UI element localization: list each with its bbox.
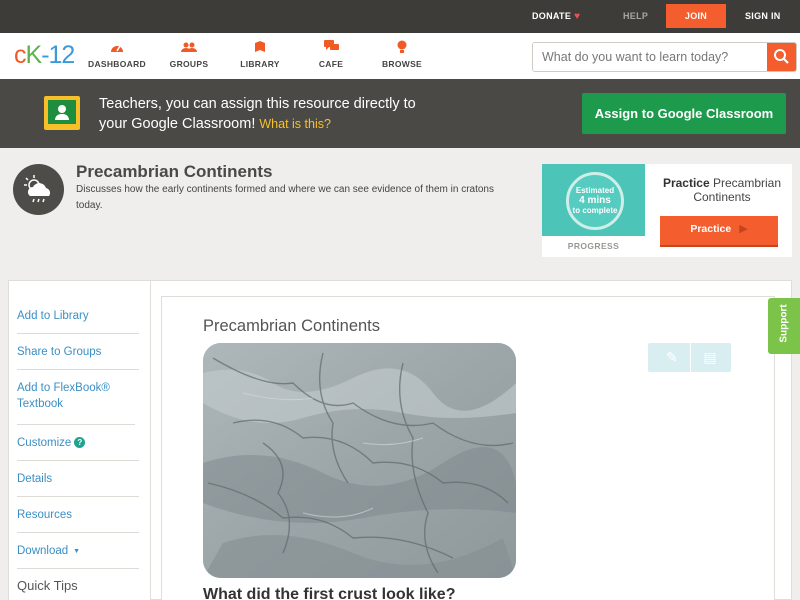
chevron-right-icon: ▶ (739, 223, 748, 235)
classroom-banner-line2: your Google Classroom! (99, 116, 256, 132)
search-button[interactable] (767, 43, 796, 71)
library-icon (225, 40, 295, 58)
heart-icon: ♥ (574, 11, 581, 22)
estimate-line2: 4 mins (579, 195, 611, 206)
nav-cafe[interactable]: CAFE (296, 40, 366, 69)
sidebar-item-label: Download (17, 545, 69, 557)
main-navbar: cK-12 DASHBOARD GROUPS LIBRARY CAFE BROW… (0, 33, 800, 79)
sign-in-link[interactable]: SIGN IN (745, 0, 781, 28)
nav-library[interactable]: LIBRARY (225, 40, 295, 69)
nav-groups-label: GROUPS (169, 59, 209, 69)
content-area: Add to Library Share to Groups Add to Fl… (8, 280, 792, 600)
practice-title-bold: Practice (662, 176, 710, 190)
classroom-banner-text: Teachers, you can assign this resource d… (99, 94, 416, 134)
content-tools: ✎ ▤ (648, 343, 731, 372)
join-button[interactable]: JOIN (666, 4, 726, 28)
browse-icon (367, 40, 437, 58)
sidebar-item-add-to-library[interactable]: Add to Library (17, 297, 139, 334)
sidebar-item-download[interactable]: Download ▼ (17, 532, 139, 569)
sidebar-item-share-to-groups[interactable]: Share to Groups (17, 333, 139, 370)
nav-library-label: LIBRARY (240, 59, 280, 69)
sidebar-item-label: Add to Library (17, 310, 89, 322)
google-classroom-banner: Teachers, you can assign this resource d… (0, 79, 800, 148)
search-input[interactable] (533, 43, 769, 71)
classroom-banner-line1: Teachers, you can assign this resource d… (99, 96, 416, 112)
practice-card: Estimated 4 mins to complete PROGRESS Pr… (542, 164, 792, 257)
main-content: Precambrian Continents ✎ ▤ What did the … (161, 296, 775, 600)
concept-title: Precambrian Continents (76, 162, 273, 181)
nav-browse[interactable]: BROWSE (367, 40, 437, 69)
content-title: Precambrian Continents (203, 317, 381, 335)
sidebar-item-label: Customize (17, 437, 72, 449)
practice-estimate-graphic: Estimated 4 mins to complete (542, 164, 645, 236)
donate-label: DONATE (532, 11, 572, 21)
logo-part-c: c (14, 41, 26, 69)
caret-down-icon: ▼ (73, 548, 81, 555)
dashboard-icon (82, 40, 152, 58)
sidebar-item-label: Share to Groups (17, 346, 102, 358)
progress-label: PROGRESS (567, 241, 620, 251)
support-label: Support (778, 304, 790, 343)
weather-cloud-icon (13, 164, 64, 215)
help-icon[interactable]: ? (74, 437, 86, 448)
estimate-badge: Estimated 4 mins to complete (566, 172, 624, 230)
sidebar-item-add-to-flexbook[interactable]: Add to FlexBook® Textbook (17, 369, 135, 425)
practice-title: Practice Precambrian Continents (657, 176, 787, 204)
logo-part-k: K (25, 41, 43, 69)
nav-dashboard[interactable]: DASHBOARD (82, 40, 152, 69)
sidebar-item-customize[interactable]: Customize? (17, 424, 139, 461)
practice-button[interactable]: Practice ▶ (660, 216, 778, 245)
top-utility-bar: DONATE ♥ HELP JOIN SIGN IN (0, 0, 800, 33)
sidebar: Add to Library Share to Groups Add to Fl… (9, 281, 151, 600)
nav-groups[interactable]: GROUPS (154, 40, 224, 69)
quick-tips-heading[interactable]: Quick Tips (17, 578, 78, 593)
logo-part-12: -12 (41, 41, 75, 69)
assign-to-google-classroom-button[interactable]: Assign to Google Classroom (582, 93, 786, 134)
sidebar-item-resources[interactable]: Resources (17, 496, 139, 533)
support-tab[interactable]: Support (768, 298, 800, 354)
cafe-icon (296, 40, 366, 58)
groups-icon (154, 40, 224, 58)
sidebar-item-label: Details (17, 473, 53, 485)
search-icon (774, 49, 789, 64)
sidebar-item-label: Add to FlexBook® Textbook (17, 382, 110, 410)
craton-rock-image (203, 343, 516, 578)
donate-link[interactable]: DONATE ♥ (532, 0, 580, 28)
section-heading: What did the first crust look like? (203, 586, 456, 600)
search-box (532, 42, 797, 72)
nav-cafe-label: CAFE (318, 59, 344, 69)
sidebar-item-label: Resources (17, 509, 72, 521)
concept-description: Discusses how the early continents forme… (76, 184, 494, 211)
help-link[interactable]: HELP (623, 0, 648, 28)
nav-browse-label: BROWSE (381, 59, 423, 69)
estimate-line1: Estimated (575, 186, 615, 195)
nav-dashboard-label: DASHBOARD (88, 59, 146, 69)
sidebar-item-details[interactable]: Details (17, 460, 139, 497)
notes-icon[interactable]: ▤ (696, 343, 724, 372)
google-classroom-icon (44, 96, 80, 130)
estimate-line3: to complete (572, 206, 618, 215)
practice-button-label: Practice (690, 223, 732, 235)
what-is-this-link[interactable]: What is this? (259, 117, 331, 131)
pencil-icon[interactable]: ✎ (658, 343, 686, 372)
ck12-logo[interactable]: cK-12 (14, 41, 75, 70)
